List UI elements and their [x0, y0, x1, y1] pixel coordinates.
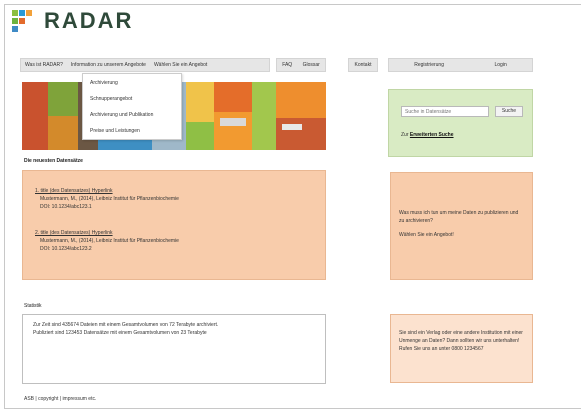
- search-input[interactable]: [401, 106, 489, 117]
- dataset-doi: DOI: 10.1234/abc123.2: [40, 246, 92, 252]
- info-dropdown-menu: Archivierung Schnupperangebot Archivieru…: [82, 73, 182, 140]
- dataset-item: 1. title (des Datensatzes) Hyperlink Mus…: [35, 187, 179, 211]
- logo-mark-icon: [12, 10, 38, 32]
- radar-logo[interactable]: RADAR: [12, 8, 133, 34]
- dropdown-item-archivierung[interactable]: Archivierung: [90, 80, 118, 86]
- account-nav: Registrierung Login: [388, 58, 533, 72]
- dataset-title-link[interactable]: 1. title (des Datensatzes) Hyperlink: [35, 188, 113, 194]
- stats-heading: Statistik: [24, 303, 42, 309]
- nav-item-information[interactable]: Information zu unserem Angebote: [71, 62, 146, 68]
- dataset-doi: DOI: 10.1234/abc123.1: [40, 204, 92, 210]
- dataset-authors: Mustermann, M., (2014), Leibniz Institut…: [40, 238, 179, 244]
- dropdown-item-archivierung-publikation[interactable]: Archivierung und Publikation: [90, 112, 153, 118]
- kontakt-nav: Kontakt: [348, 58, 378, 72]
- faq-nav: FAQ Glossar: [276, 58, 326, 72]
- dropdown-item-preise[interactable]: Preise und Leistungen: [90, 128, 140, 134]
- nav-item-kontakt[interactable]: Kontakt: [355, 62, 372, 68]
- nav-item-login[interactable]: Login: [495, 62, 507, 68]
- datasets-box: 1. title (des Datensatzes) Hyperlink Mus…: [22, 170, 326, 280]
- logo-text: RADAR: [44, 8, 134, 33]
- advanced-search-line: Zur Erweiterten Suche: [401, 132, 454, 138]
- dataset-title-link[interactable]: 2. title (des Datensatzes) Hyperlink: [35, 230, 113, 236]
- datasets-heading: Die neuesten Datensätze: [24, 158, 83, 164]
- publisher-contact-box: Sie sind ein Verlag oder eine andere Ins…: [390, 314, 533, 383]
- advanced-search-prefix: Zur: [401, 132, 409, 138]
- nav-item-glossar[interactable]: Glossar: [303, 62, 320, 68]
- search-panel: Suche Zur Erweiterten Suche: [388, 89, 533, 157]
- footer-links[interactable]: ASB | copyright | impressum etc.: [24, 396, 96, 402]
- dropdown-item-schnupperangebot[interactable]: Schnupperangebot: [90, 96, 132, 102]
- stats-files-line: Zur Zeit sind 435674 Dateien mit einem G…: [33, 322, 219, 328]
- stats-box: Zur Zeit sind 435674 Dateien mit einem G…: [22, 314, 326, 384]
- main-nav: Was ist RADAR? Information zu unserem An…: [20, 58, 270, 72]
- advanced-search-link[interactable]: Erweiterten Suche: [410, 132, 454, 138]
- nav-item-angebot[interactable]: Wählen Sie ein Angebot: [154, 62, 207, 68]
- nav-item-faq[interactable]: FAQ: [282, 62, 292, 68]
- search-button[interactable]: Suche: [495, 106, 523, 117]
- dataset-item: 2. title (des Datensatzes) Hyperlink Mus…: [35, 229, 179, 253]
- dataset-authors: Mustermann, M., (2014), Leibniz Institut…: [40, 196, 179, 202]
- stats-datasets-line: Publiziert sind 123453 Datensätze mit ei…: [33, 330, 207, 336]
- publisher-contact-text: Sie sind ein Verlag oder eine andere Ins…: [399, 330, 523, 352]
- publish-answer[interactable]: Wählen Sie ein Angebot!: [399, 231, 524, 239]
- nav-item-was-ist-radar[interactable]: Was ist RADAR?: [25, 62, 63, 68]
- nav-item-registrierung[interactable]: Registrierung: [414, 62, 444, 68]
- publish-info-box: Was muss ich tun um meine Daten zu publi…: [390, 172, 533, 280]
- publish-question: Was muss ich tun um meine Daten zu publi…: [399, 210, 519, 224]
